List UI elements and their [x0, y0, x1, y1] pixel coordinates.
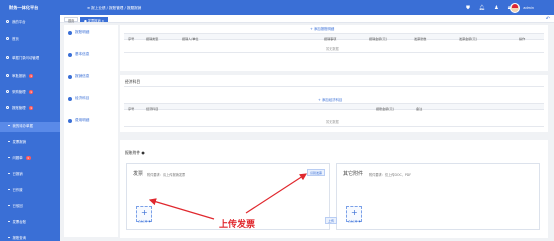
arrow-to-recognize: [245, 173, 308, 214]
annotation-label: 上传发票: [219, 220, 256, 230]
annotation-arrows: [148, 173, 308, 220]
arrow-to-upload: [148, 198, 215, 220]
